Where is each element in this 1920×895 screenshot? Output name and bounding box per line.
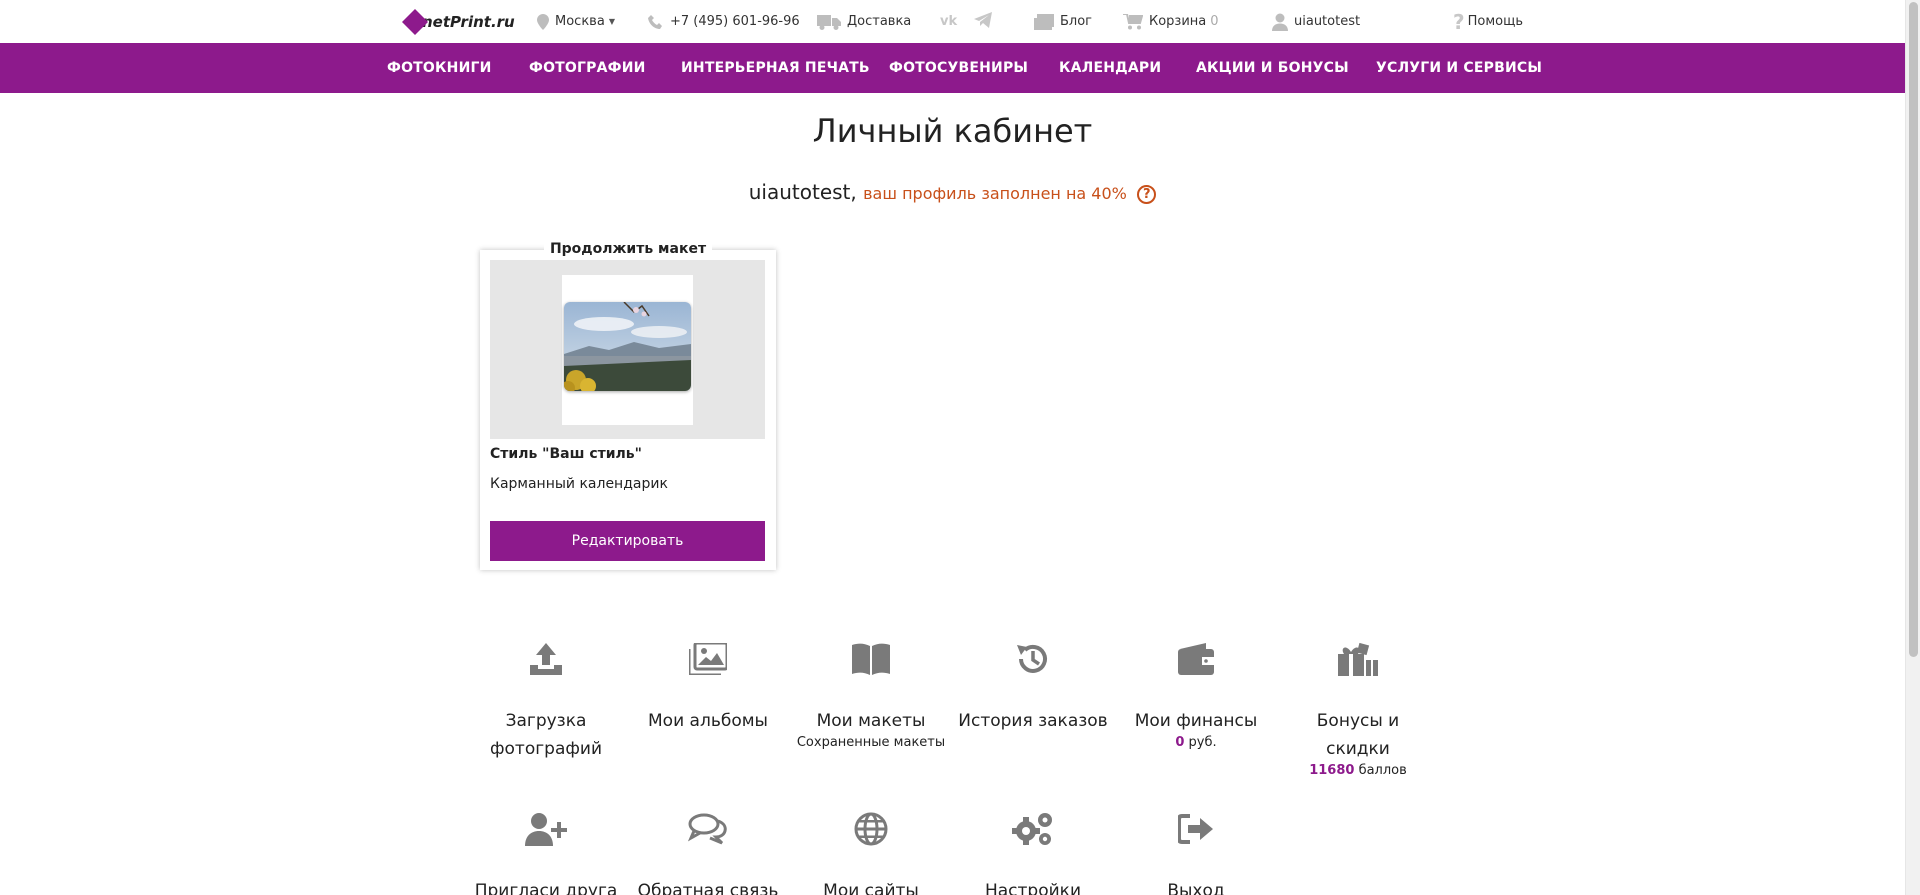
user-icon	[1272, 13, 1288, 31]
logo-diamond-icon	[402, 9, 428, 35]
globe-icon	[796, 807, 946, 851]
calendar-paper	[562, 275, 693, 425]
scrollbar-thumb[interactable]	[1909, 2, 1918, 657]
truck-icon	[817, 14, 841, 30]
menu-bonuses[interactable]: Бонусы и скидки 11680 баллов	[1283, 637, 1433, 779]
menu-bonuses-label: Бонусы и скидки	[1316, 711, 1400, 759]
help-label: Помощь	[1467, 14, 1524, 29]
nav-item-calendars[interactable]: КАЛЕНДАРИ	[1059, 43, 1161, 93]
menu-upload-label: Загрузка фотографий	[489, 711, 602, 759]
chevron-down-icon: ▼	[608, 17, 615, 26]
bonus-amount: 11680	[1309, 763, 1355, 778]
blog-icon	[1034, 13, 1054, 30]
edit-button[interactable]: Редактировать	[490, 521, 765, 561]
menu-logout[interactable]: Выход	[1121, 807, 1271, 895]
menu-layouts-label: Мои макеты	[816, 711, 926, 731]
chat-bubbles-icon	[633, 807, 783, 851]
layout-product-name: Карманный календарик	[490, 476, 668, 492]
vk-icon: vk	[940, 14, 958, 29]
finance-amount: 0	[1175, 735, 1185, 750]
profile-username: uiautotest,	[748, 180, 857, 204]
city-selector[interactable]: Москва ▼	[537, 0, 615, 43]
add-user-icon	[471, 807, 621, 851]
help-link[interactable]: ? Помощь	[1453, 0, 1523, 43]
menu-sites-label: Мои сайты	[823, 881, 919, 895]
delivery-link[interactable]: Доставка	[817, 0, 911, 43]
bonus-unit: баллов	[1358, 763, 1407, 778]
page-title: Личный кабинет	[812, 112, 1093, 150]
menu-my-albums[interactable]: Мои альбомы	[633, 637, 783, 735]
cart-count: 0	[1210, 14, 1219, 29]
main-nav: ФОТОКНИГИ ФОТОГРАФИИ ИНТЕРЬЕРНАЯ ПЕЧАТЬ …	[0, 43, 1905, 93]
menu-my-layouts[interactable]: Мои макеты Сохраненные макеты	[796, 637, 946, 751]
vk-link[interactable]: vk	[940, 0, 957, 43]
wallet-icon	[1121, 637, 1271, 681]
layout-style-title: Стиль "Ваш стиль"	[490, 446, 642, 462]
telegram-link[interactable]	[974, 0, 992, 43]
menu-my-finances[interactable]: Мои финансы 0 руб.	[1121, 637, 1271, 751]
menu-invite-friend[interactable]: Пригласи друга	[471, 807, 621, 895]
menu-order-history[interactable]: История заказов	[958, 637, 1108, 735]
nav-item-photos[interactable]: ФОТОГРАФИИ	[529, 43, 646, 93]
blog-label: Блог	[1060, 14, 1093, 29]
history-icon	[958, 637, 1108, 681]
user-name: uiautotest	[1294, 14, 1361, 29]
cart-label: Корзина	[1149, 14, 1207, 29]
cart-icon	[1123, 13, 1143, 30]
card-label-wrap: Продолжить макет	[480, 238, 776, 257]
menu-feedback[interactable]: Обратная связь	[633, 807, 783, 895]
delivery-label: Доставка	[847, 14, 912, 29]
continue-layout-card: Продолжить макет Стиль "Ваш стиль" Карма…	[480, 241, 776, 570]
phone-icon	[648, 14, 664, 30]
card-label: Продолжить макет	[543, 241, 713, 257]
telegram-icon	[974, 11, 992, 32]
menu-finances-label: Мои финансы	[1134, 711, 1258, 731]
city-label: Москва	[555, 14, 605, 29]
gears-icon	[958, 807, 1108, 851]
nav-item-promotions[interactable]: АКЦИИ И БОНУСЫ	[1196, 43, 1349, 93]
cart-link[interactable]: Корзина 0	[1123, 0, 1219, 43]
page-scrollbar[interactable]	[1905, 0, 1920, 895]
help-circle-icon[interactable]: ?	[1137, 185, 1157, 204]
menu-my-sites[interactable]: Мои сайты	[796, 807, 946, 895]
menu-logout-label: Выход	[1167, 881, 1225, 895]
nav-item-services[interactable]: УСЛУГИ И СЕРВИСЫ	[1376, 43, 1542, 93]
phone-number: +7 (495) 601-96-96	[670, 14, 800, 29]
nav-item-interior-print[interactable]: ИНТЕРЬЕРНАЯ ПЕЧАТЬ	[681, 43, 870, 93]
menu-albums-label: Мои альбомы	[648, 711, 768, 731]
layout-preview[interactable]	[490, 260, 765, 439]
gift-icon	[1283, 637, 1433, 681]
menu-settings[interactable]: Настройки	[958, 807, 1108, 895]
location-pin-icon	[537, 13, 549, 30]
profile-status: uiautotest, ваш профиль заполнен на 40% …	[0, 180, 1905, 204]
menu-layouts-sub: Сохраненные макеты	[796, 735, 946, 750]
upload-icon	[471, 637, 621, 681]
top-bar: netPrint.ru Москва ▼ +7 (495) 601-96-96 …	[0, 0, 1905, 43]
finance-unit: руб.	[1188, 735, 1217, 750]
nav-item-souvenirs[interactable]: ФОТОСУВЕНИРЫ	[889, 43, 1028, 93]
nav-item-photobooks[interactable]: ФОТОКНИГИ	[387, 43, 492, 93]
layout-photo	[564, 302, 691, 391]
profile-fill-link[interactable]: ваш профиль заполнен на 40%	[863, 184, 1127, 203]
blog-link[interactable]: Блог	[1034, 0, 1092, 43]
menu-invite-label: Пригласи друга	[474, 881, 618, 895]
albums-icon	[633, 637, 783, 681]
question-icon: ?	[1453, 9, 1465, 34]
finance-balance: 0 руб.	[1121, 735, 1271, 751]
menu-history-label: История заказов	[958, 711, 1108, 731]
user-menu[interactable]: uiautotest	[1272, 0, 1360, 43]
logout-icon	[1121, 807, 1271, 851]
netprint-logo[interactable]: netPrint.ru	[400, 6, 515, 38]
bonus-balance: 11680 баллов	[1283, 763, 1433, 779]
logo-text: netPrint.ru	[422, 13, 515, 31]
open-book-icon	[796, 637, 946, 681]
phone-link[interactable]: +7 (495) 601-96-96	[648, 0, 800, 43]
menu-settings-label: Настройки	[984, 881, 1081, 895]
menu-feedback-label: Обратная связь	[637, 881, 779, 895]
menu-upload-photos[interactable]: Загрузка фотографий	[471, 637, 621, 763]
